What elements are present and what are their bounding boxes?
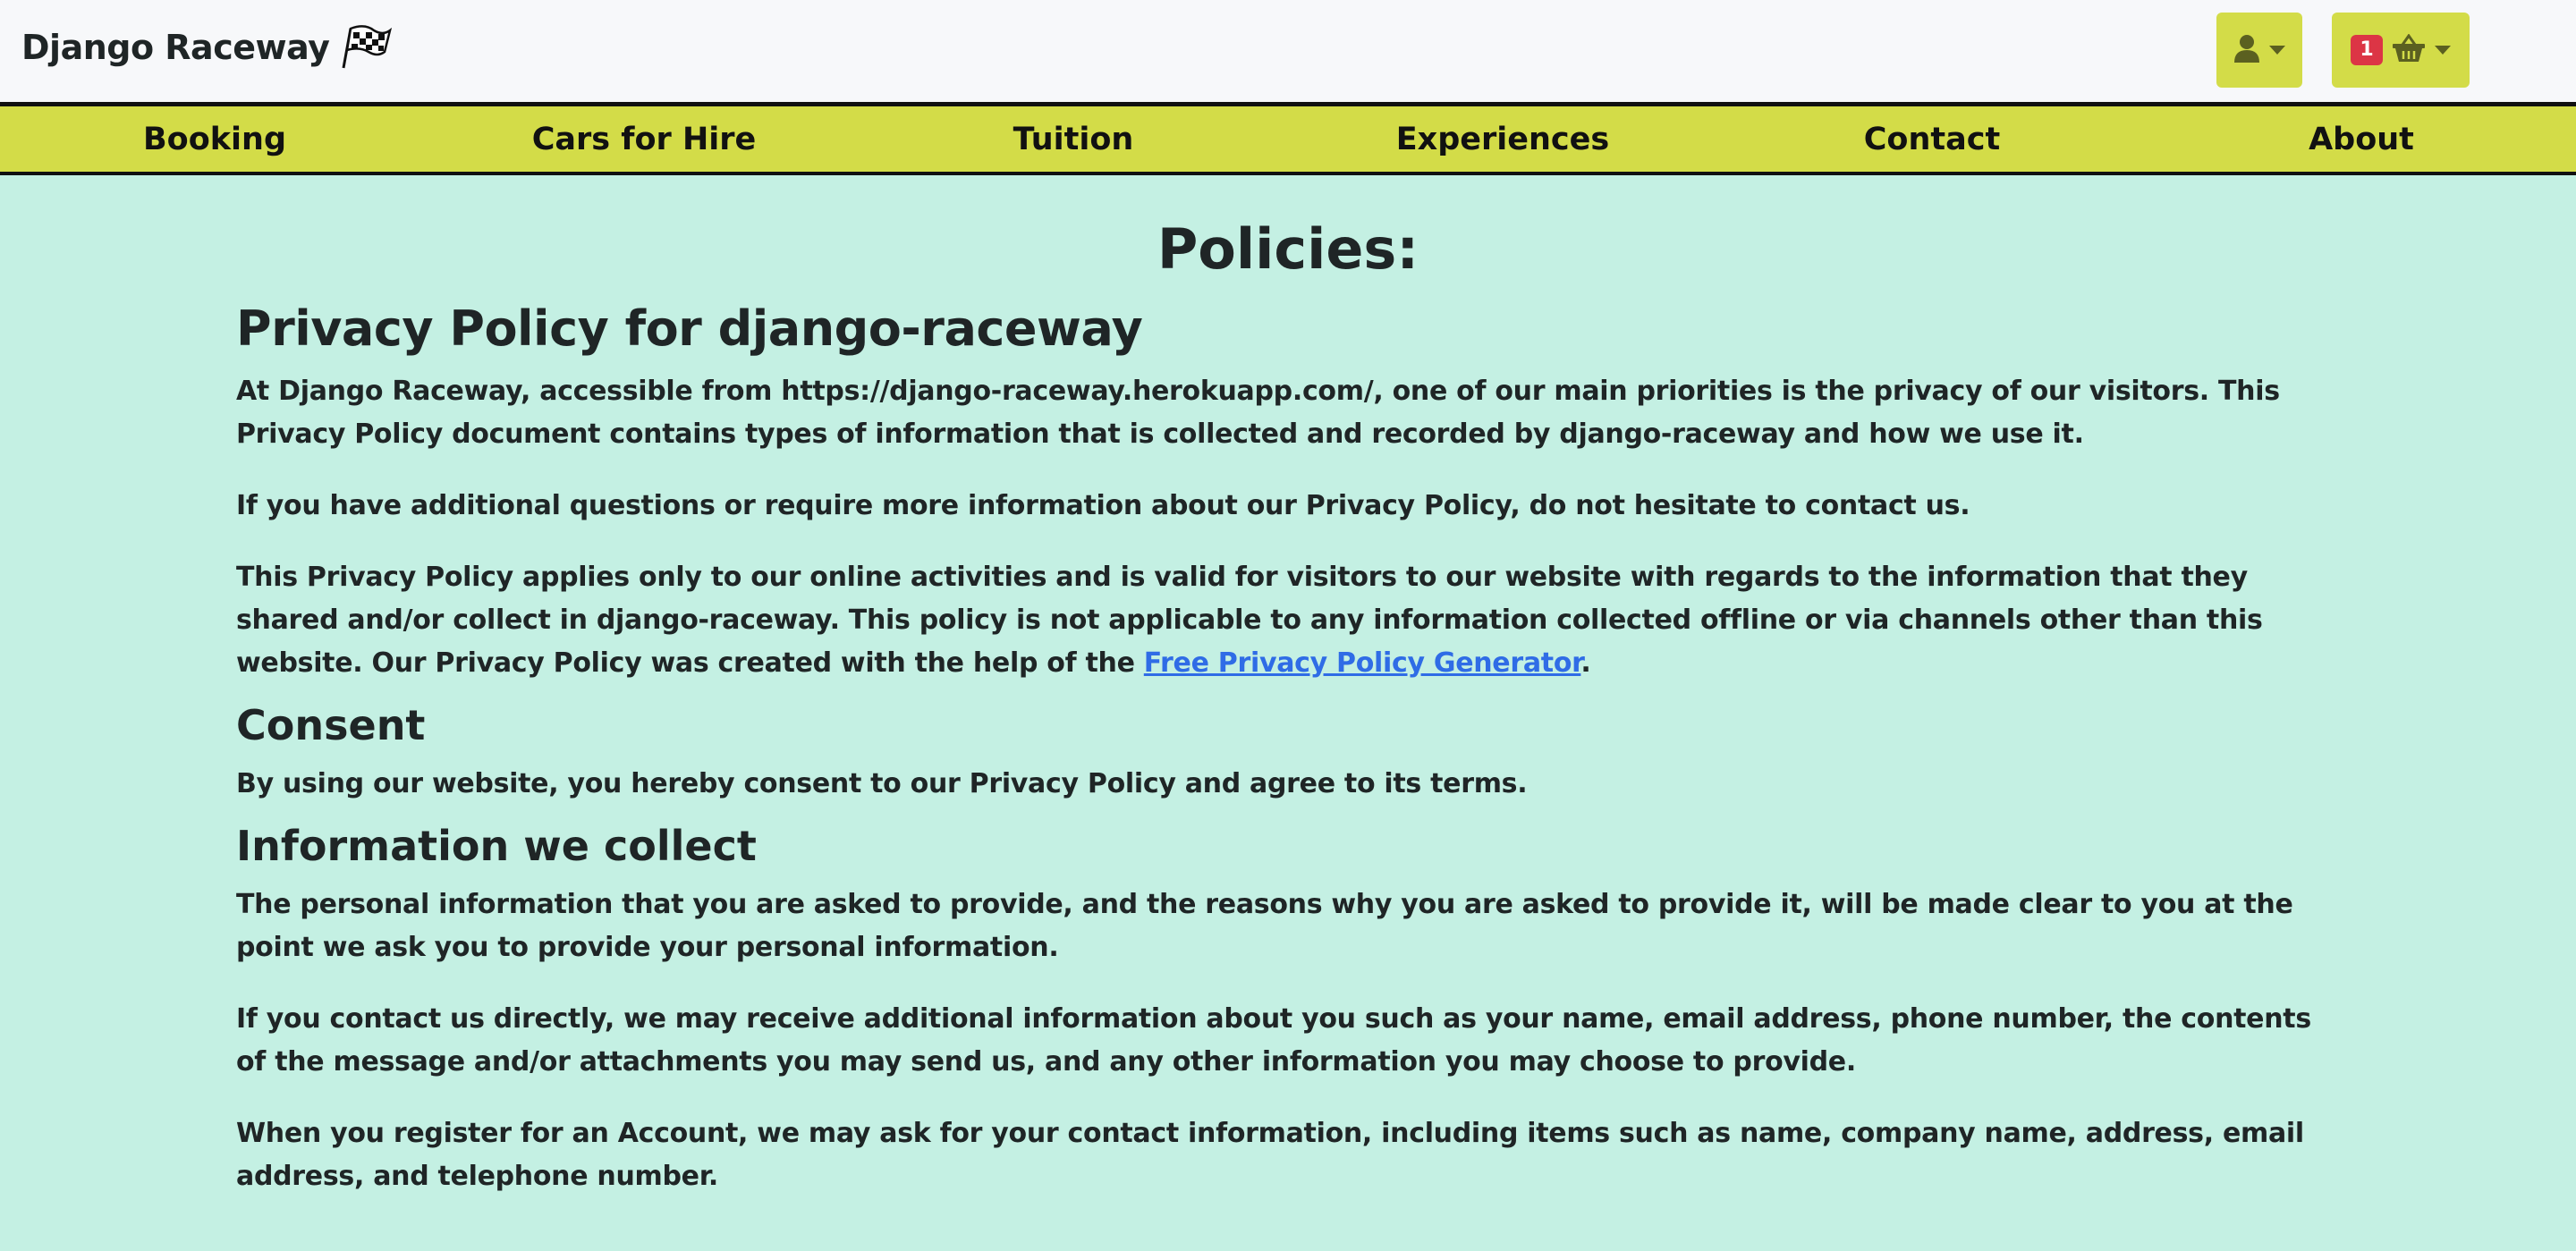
privacy-policy-heading: Privacy Policy for django-raceway	[236, 300, 1143, 358]
intro-paragraph-3-end: .	[1580, 647, 1591, 679]
basket-menu-button[interactable]: 1	[2332, 13, 2470, 88]
main-navigation: Booking Cars for Hire Tuition Experience…	[0, 102, 2576, 175]
nav-tuition[interactable]: Tuition	[886, 106, 1261, 172]
nav-booking[interactable]: Booking	[27, 106, 402, 172]
top-header: Django Raceway 1	[0, 0, 2576, 102]
information-paragraph-2: If you contact us directly, we may recei…	[236, 1003, 2311, 1078]
information-paragraph-3: When you register for an Account, we may…	[236, 1118, 2304, 1193]
intro-paragraph-3: This Privacy Policy applies only to our …	[236, 556, 2340, 685]
user-icon	[2233, 34, 2260, 66]
chevron-down-icon	[2269, 46, 2285, 55]
nav-experiences[interactable]: Experiences	[1315, 106, 1690, 172]
basket-count-badge: 1	[2351, 35, 2383, 65]
intro-paragraph-2: If you have additional questions or requ…	[236, 489, 1970, 521]
information-heading: Information we collect	[236, 822, 757, 871]
policy-content: Policies: Privacy Policy for django-race…	[236, 175, 2340, 1198]
brand-logo[interactable]: Django Raceway	[21, 25, 394, 70]
nav-cars-for-hire[interactable]: Cars for Hire	[456, 106, 832, 172]
information-paragraph-1: The personal information that you are as…	[236, 889, 2293, 964]
consent-heading: Consent	[236, 700, 426, 749]
page-title: Policies:	[1157, 216, 1419, 282]
nav-about[interactable]: About	[2174, 106, 2549, 172]
brand-name: Django Raceway	[21, 28, 330, 67]
privacy-generator-link[interactable]: Free Privacy Policy Generator	[1144, 647, 1581, 679]
checkered-flag-icon	[338, 25, 394, 70]
consent-paragraph: By using our website, you hereby consent…	[236, 768, 1528, 800]
account-menu-button[interactable]	[2216, 13, 2302, 88]
chevron-down-icon	[2434, 46, 2451, 55]
intro-paragraph-1: At Django Raceway, accessible from https…	[236, 375, 2280, 450]
nav-contact[interactable]: Contact	[1744, 106, 2120, 172]
basket-icon	[2392, 33, 2426, 66]
